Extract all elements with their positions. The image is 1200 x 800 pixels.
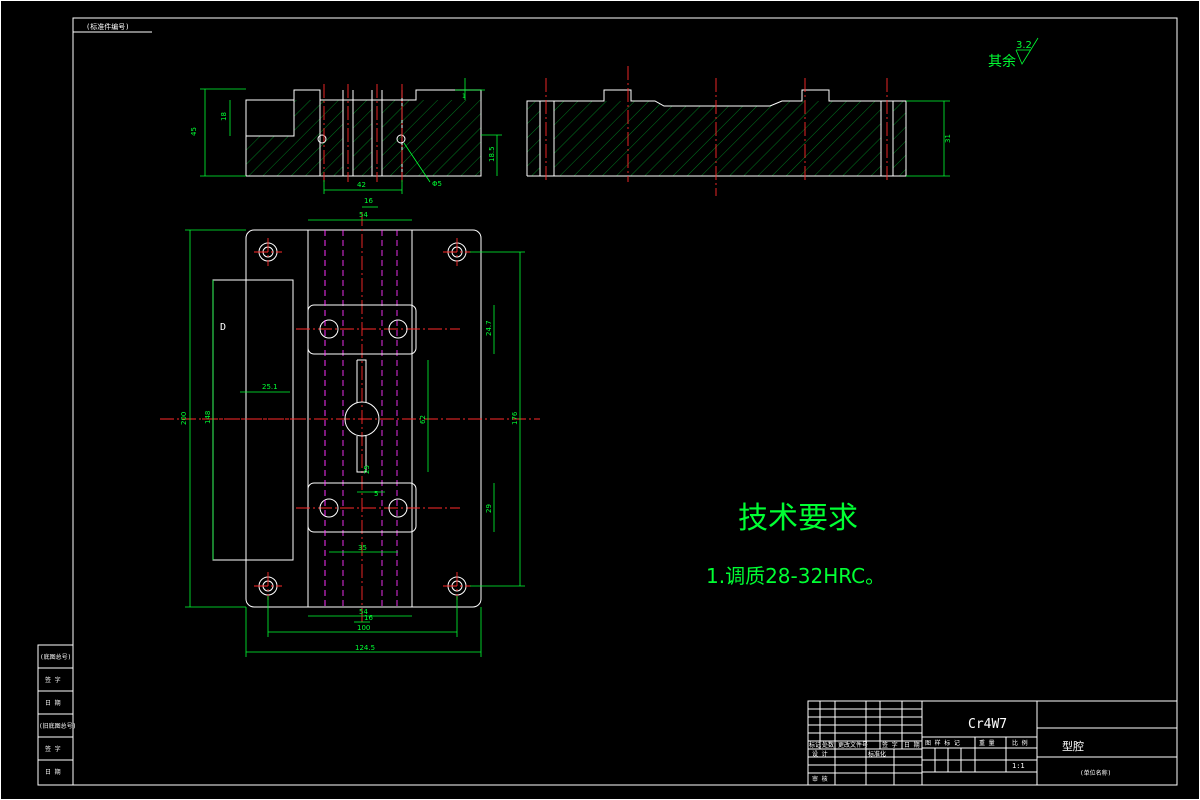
dim-plan-height-total: 200 <box>180 412 188 425</box>
tb-sign: 签 字 <box>882 741 898 749</box>
tb-material: Cr4W7 <box>968 717 1007 732</box>
plan-view: 54 16 D 200 148 25.1 62 176 24.7 29 25 5… <box>160 197 540 657</box>
strip-label-3: (旧底图总号) <box>39 722 76 730</box>
dim-plan-slot-bottom: 5 <box>374 490 378 498</box>
dim-plan-top: 54 <box>359 211 368 219</box>
dim-front-left-height: 45 <box>190 127 198 136</box>
dim-plan-d: D <box>220 322 226 333</box>
tb-date: 日 期 <box>904 741 920 749</box>
tb-ratio: 比 例 <box>1012 739 1028 747</box>
tb-company: (单位名称) <box>1080 769 1111 777</box>
dim-plan-width-left: 25.1 <box>262 383 278 391</box>
dim-plan-right-total: 176 <box>511 411 519 425</box>
tb-change-doc: 更改文件号 <box>838 741 868 749</box>
title-block: 标记 处数 更改文件号 签 字 日 期 设 计 标准化 审 核 图 样 标 记 … <box>807 700 1178 786</box>
roughness-value: 3.2 <box>1016 40 1032 51</box>
tb-part-name: 型腔 <box>1062 739 1084 753</box>
strip-label-5: 日 期 <box>45 768 61 776</box>
dim-plan-hole-spacing-bottom: 29 <box>485 504 493 513</box>
surface-roughness-symbol: 其余 3.2 <box>988 37 1039 70</box>
side-section-view: 31 <box>526 66 952 196</box>
dim-plan-mid-35: 35 <box>358 544 367 552</box>
tech-requirements-title: 技术要求 <box>738 501 858 536</box>
tb-stage-mark: 图 样 标 记 <box>925 739 960 747</box>
left-binding-strip: (底图总号) 签 字 日 期 (旧底图总号) 签 字 日 期 <box>37 644 76 786</box>
dim-plan-top-small: 16 <box>364 197 373 205</box>
dim-front-left-inner: 18 <box>220 112 228 121</box>
strip-label-0: (底图总号) <box>40 653 71 661</box>
tb-review: 审 核 <box>812 775 828 783</box>
dim-front-right-height: 18.5 <box>488 146 496 162</box>
top-left-label: (标准件编号) <box>86 22 129 31</box>
tb-count: 处数 <box>822 741 834 749</box>
tech-requirement-1: 1.调质28-32HRC。 <box>706 564 885 588</box>
dim-plan-bottom-100: 100 <box>357 624 370 632</box>
dim-front-top-right: 1 <box>462 93 466 100</box>
front-section-view: 45 18 18.5 42 Φ5 1 <box>190 78 502 194</box>
dim-plan-slot-small: 25 <box>363 465 371 474</box>
tb-standardization: 标准化 <box>868 750 886 758</box>
dim-plan-bottom-16: 16 <box>364 614 373 622</box>
drawing-canvas: (标准件编号) (底图总号) 签 字 日 期 (旧底图总号) 签 字 日 期 其… <box>0 0 1200 800</box>
dim-front-bottom: 42 <box>357 181 366 189</box>
tb-design: 设 计 <box>812 750 828 758</box>
strip-label-2: 日 期 <box>45 699 61 707</box>
tb-mark: 标记 <box>809 741 821 749</box>
dim-front-hole: Φ5 <box>432 180 442 188</box>
strip-label-1: 签 字 <box>45 676 61 684</box>
dim-plan-slot-height: 62 <box>419 415 427 424</box>
tb-scale-value: 1:1 <box>1012 762 1025 770</box>
roughness-prefix: 其余 <box>988 53 1016 70</box>
dim-plan-hole-spacing-top: 24.7 <box>485 320 493 336</box>
dim-side-height: 31 <box>944 134 952 143</box>
dim-plan-height-inner: 148 <box>204 411 212 424</box>
dim-plan-bottom-overall: 124.5 <box>355 644 375 652</box>
tb-weight: 重 量 <box>979 739 995 747</box>
strip-label-4: 签 字 <box>45 745 61 753</box>
